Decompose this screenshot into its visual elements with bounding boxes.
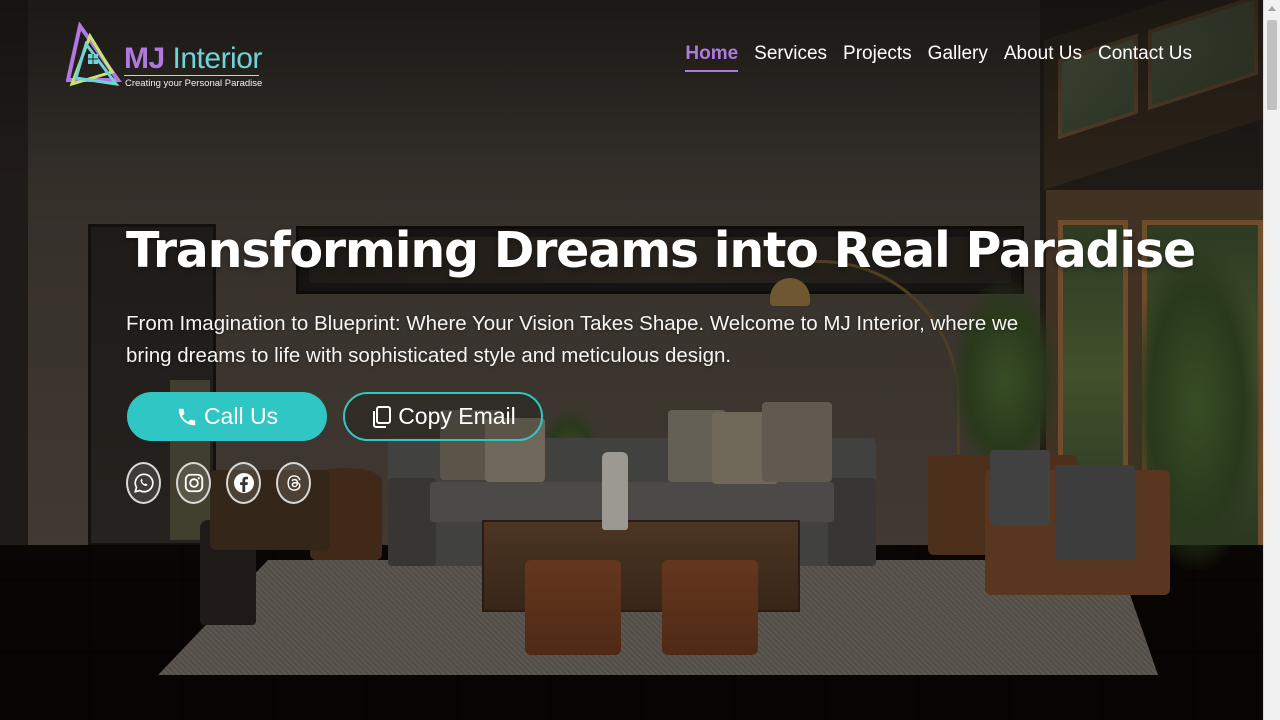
facebook-link[interactable]	[226, 462, 261, 504]
social-links	[126, 462, 311, 504]
whatsapp-link[interactable]	[126, 462, 161, 504]
hero-title: Transforming Dreams into Real Paradise	[126, 222, 1196, 279]
nav-gallery[interactable]: Gallery	[920, 42, 996, 74]
phone-icon	[178, 408, 196, 425]
nav-about-us[interactable]: About Us	[996, 42, 1090, 74]
call-us-label: Call Us	[203, 403, 279, 429]
call-us-button[interactable]: Call Us	[127, 392, 327, 441]
main-navigation: Home Services Projects Gallery About Us …	[677, 42, 1200, 74]
instagram-icon	[184, 473, 203, 493]
scrollbar-thumb[interactable]	[1267, 20, 1277, 110]
brand-name-suffix: Interior	[172, 42, 263, 75]
whatsapp-icon	[133, 473, 154, 493]
logo-triangle-icon	[66, 22, 122, 87]
nav-contact-us[interactable]: Contact Us	[1090, 42, 1200, 74]
copy-email-button[interactable]: Copy Email	[343, 392, 543, 441]
threads-icon	[286, 475, 301, 491]
copy-icon	[373, 405, 392, 428]
nav-projects[interactable]: Projects	[835, 42, 920, 74]
page-scrollbar[interactable]	[1263, 0, 1280, 720]
logo-divider	[124, 75, 259, 76]
copy-email-label: Copy Email	[398, 403, 516, 429]
brand-tagline: Creating your Personal Paradise	[125, 78, 263, 89]
threads-link[interactable]	[276, 462, 311, 504]
brand-logo[interactable]: MJ Interior Creating your Personal Parad…	[66, 22, 266, 94]
facebook-icon	[233, 473, 254, 493]
hero-description: From Imagination to Blueprint: Where You…	[126, 312, 1019, 367]
brand-name-prefix: MJ	[124, 42, 165, 75]
instagram-link[interactable]	[176, 462, 211, 504]
nav-services[interactable]: Services	[746, 42, 835, 74]
brand-name: MJ Interior	[124, 42, 262, 76]
scroll-up-arrow-icon[interactable]	[1268, 6, 1276, 11]
nav-home[interactable]: Home	[677, 42, 746, 74]
